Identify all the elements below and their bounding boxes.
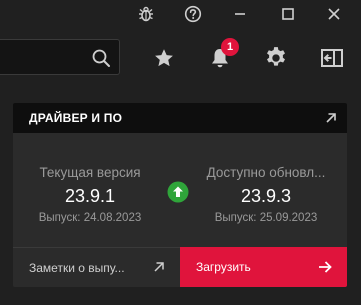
notification-badge: 1 — [221, 38, 239, 56]
gear-icon — [267, 47, 285, 66]
help-button[interactable] — [181, 2, 205, 26]
available-version-date: Выпуск: 25.09.2023 — [214, 212, 318, 224]
sign-out-button[interactable] — [316, 42, 348, 74]
current-version-block: Текущая версия 23.9.1 Выпуск: 24.08.2023 — [25, 165, 155, 224]
arrow-right-icon — [319, 261, 332, 273]
card-title: ДРАЙВЕР И ПО — [29, 111, 123, 125]
download-label: Загрузить — [196, 260, 251, 274]
toolbar: 1 — [0, 36, 361, 80]
card-header[interactable]: ДРАЙВЕР И ПО — [13, 103, 347, 133]
external-link-icon[interactable] — [323, 110, 339, 126]
download-button[interactable]: Загрузить — [180, 247, 347, 287]
current-version-date: Выпуск: 24.08.2023 — [38, 212, 142, 224]
release-notes-label: Заметки о выпу... — [29, 261, 125, 275]
search-input[interactable] — [0, 40, 84, 74]
arrow-up-icon — [167, 181, 189, 203]
sign-out-icon — [321, 49, 343, 67]
search-icon[interactable] — [91, 48, 111, 68]
search-box — [0, 39, 120, 75]
favorites-button[interactable] — [148, 42, 180, 74]
available-version-label: Доступно обновл... — [206, 165, 326, 180]
settings-button[interactable] — [260, 42, 292, 74]
current-version-label: Текущая версия — [39, 165, 141, 180]
driver-card: ДРАЙВЕР И ПО Текущая версия 23.9.1 Выпус… — [13, 103, 347, 287]
title-bar — [0, 0, 361, 28]
current-version-number: 23.9.1 — [64, 186, 116, 206]
minimize-icon — [235, 13, 245, 15]
notifications-button[interactable]: 1 — [204, 38, 239, 74]
star-icon — [155, 49, 173, 67]
maximize-button[interactable] — [276, 2, 300, 26]
release-notes-button[interactable]: Заметки о выпу... — [13, 247, 180, 287]
minimize-button[interactable] — [228, 2, 252, 26]
available-version-number: 23.9.3 — [240, 186, 292, 206]
bug-icon — [139, 6, 153, 22]
bug-report-button[interactable] — [134, 2, 158, 26]
available-version-block: Доступно обновл... 23.9.3 Выпуск: 25.09.… — [201, 165, 331, 224]
help-icon — [184, 5, 202, 23]
external-link-icon — [154, 262, 164, 272]
close-button[interactable] — [322, 2, 346, 26]
close-icon — [328, 8, 340, 20]
app-window: 1 ДРАЙВЕР И ПО Текущая версия 23.9.1 Вып… — [0, 0, 361, 305]
card-footer: Заметки о выпу... Загрузить — [13, 247, 347, 287]
maximize-icon — [282, 8, 294, 20]
